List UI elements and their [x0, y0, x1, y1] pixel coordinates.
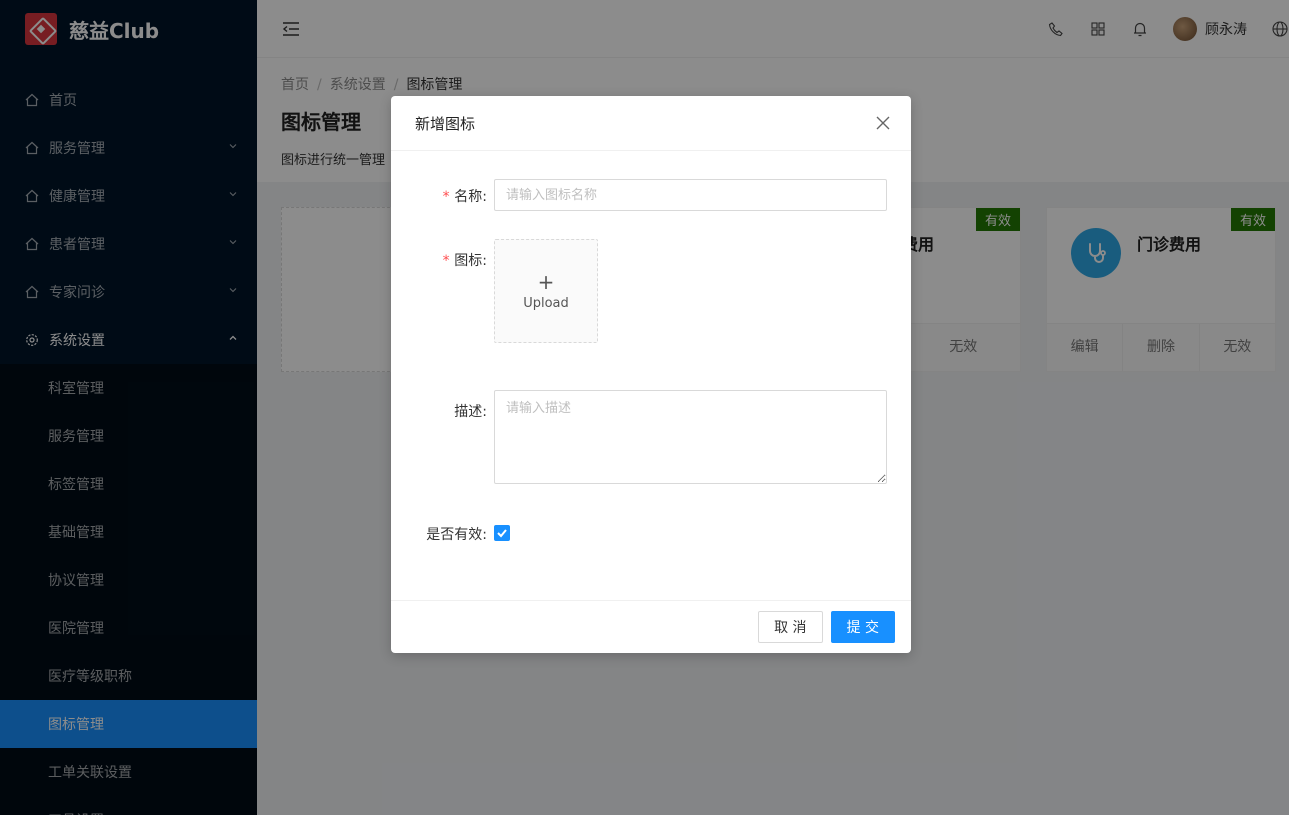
- description-field[interactable]: [494, 390, 887, 484]
- icon-label: * 图标:: [441, 253, 487, 269]
- close-icon[interactable]: [875, 115, 891, 131]
- valid-checkbox[interactable]: [494, 525, 510, 541]
- modal-header: 新增图标: [391, 96, 911, 151]
- submit-button[interactable]: 提 交: [830, 611, 895, 643]
- description-label: 描述:: [454, 404, 487, 420]
- modal-title: 新增图标: [415, 114, 476, 133]
- add-icon-modal: 新增图标 *名称: *图标: + Upload 描述: 是否有效: 取 消 提 …: [391, 96, 911, 653]
- valid-label: 是否有效:: [426, 527, 487, 543]
- name-label: * 名称:: [441, 189, 487, 205]
- name-field[interactable]: [494, 179, 887, 211]
- cancel-button[interactable]: 取 消: [758, 611, 823, 643]
- check-icon: [497, 529, 507, 538]
- plus-icon: +: [537, 269, 555, 294]
- modal-footer: 取 消 提 交: [391, 600, 911, 653]
- upload-button[interactable]: + Upload: [494, 239, 598, 343]
- upload-text: Upload: [523, 295, 569, 311]
